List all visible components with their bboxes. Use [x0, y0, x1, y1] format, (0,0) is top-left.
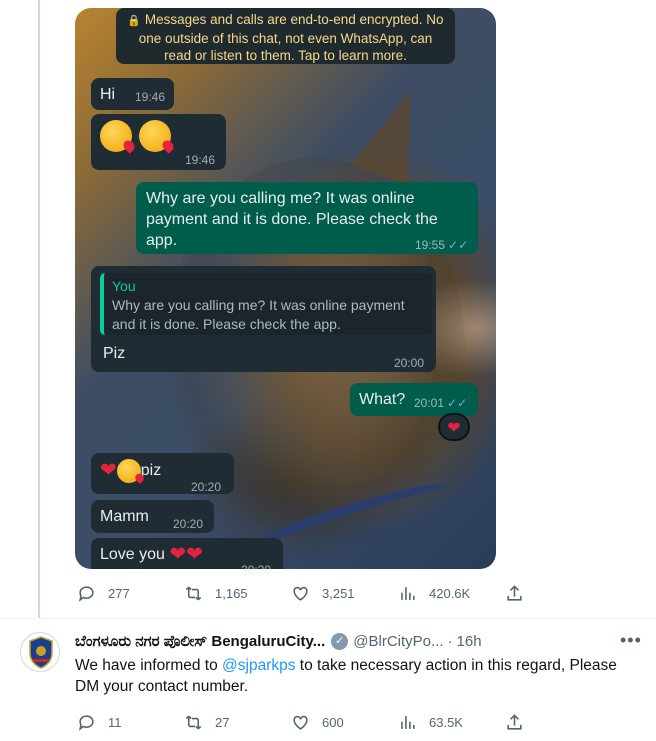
verified-badge-icon: ✓	[331, 632, 349, 650]
message-text: Love you	[100, 546, 165, 563]
message-text: Mamm	[100, 508, 149, 525]
retweet-count: 27	[215, 715, 230, 730]
tweet-actions: 11 27 600 63.5K	[77, 713, 525, 732]
tweet-timestamp[interactable]: 16h	[457, 633, 482, 650]
chat-message-incoming: Hi 19:46	[91, 78, 174, 110]
message-time: 19:46	[185, 153, 216, 167]
kissing-face-emoji	[139, 120, 172, 152]
reply-button[interactable]: 11	[77, 713, 184, 732]
like-button[interactable]: 600	[291, 713, 398, 732]
message-time: 20:20	[191, 480, 222, 494]
heart-icon	[293, 586, 308, 601]
mention-link[interactable]: @sjparkps	[222, 657, 295, 674]
view-count: 63.5K	[429, 715, 463, 730]
display-name[interactable]: ಬೆಂಗಳೂರು ನಗರ ಪೊಲೀಸ್ BengaluruCity...	[75, 633, 325, 650]
chat-message-outgoing: What? 20:01 ✓✓	[350, 383, 478, 416]
tweet-text-start: We have informed to	[75, 657, 223, 674]
views-button[interactable]: 420.6K	[398, 584, 505, 603]
thread-line	[38, 0, 40, 618]
heart-emoji: ❤	[100, 459, 117, 482]
more-icon[interactable]: •••	[620, 630, 642, 651]
chat-message-incoming: Love you ❤❤ 20:20	[91, 538, 283, 577]
retweet-count: 1,165	[215, 586, 248, 601]
quoted-message[interactable]: You Why are you calling me? It was onlin…	[100, 273, 432, 335]
encryption-notice-text: Messages and calls are end-to-end encryp…	[138, 12, 444, 63]
chat-message-incoming: Mamm 20:20	[91, 500, 214, 533]
retweet-icon	[185, 715, 202, 730]
reply-count: 277	[108, 586, 130, 601]
encryption-notice[interactable]: 🔒 Messages and calls are end-to-end encr…	[116, 8, 455, 64]
views-button[interactable]: 63.5K	[398, 713, 505, 732]
message-time: 20:20	[241, 563, 272, 577]
message-time: 20:01	[414, 396, 445, 410]
like-count: 600	[322, 715, 344, 730]
share-button[interactable]	[505, 713, 525, 732]
tweet-text: We have informed to @sjparkps to take ne…	[75, 655, 635, 697]
retweet-icon	[185, 586, 202, 601]
tweet-header: ಬೆಂಗಳೂರು ನಗರ ಪೊಲೀಸ್ BengaluruCity... ✓ @…	[75, 630, 640, 652]
message-time-with-ticks: 19:55 ✓✓	[415, 235, 468, 256]
chat-message-reply: You Why are you calling me? It was onlin…	[91, 266, 436, 372]
message-text: What?	[359, 391, 406, 408]
message-time: 20:20	[173, 517, 204, 531]
police-badge-icon	[29, 636, 53, 669]
message-time: 19:55	[415, 238, 446, 252]
chat-message-incoming: ❤ piz 20:20	[91, 453, 234, 494]
tweet-actions: 277 1,165 3,251 420.6K	[77, 584, 525, 603]
views-icon	[401, 716, 415, 729]
share-icon	[507, 714, 522, 730]
heart-emoji: ❤❤	[169, 543, 203, 566]
like-button[interactable]: 3,251	[291, 584, 398, 603]
double-check-icon: ✓✓	[448, 238, 469, 252]
kissing-face-emoji	[100, 120, 132, 152]
tweet-divider	[0, 618, 656, 619]
chat-message-incoming: 19:46	[91, 114, 226, 170]
heart-emoji: ❤	[447, 420, 461, 437]
quote-author: You	[112, 278, 136, 294]
message-time: 19:46	[135, 90, 166, 104]
message-time: 20:00	[394, 356, 425, 370]
reply-button[interactable]: 277	[77, 584, 184, 603]
message-text: Why are you calling me? It was online pa…	[146, 190, 438, 249]
reply-icon	[78, 586, 94, 602]
share-button[interactable]	[505, 584, 525, 603]
reaction-heart[interactable]: ❤	[438, 413, 470, 441]
like-count: 3,251	[322, 586, 355, 601]
cat-ear	[351, 80, 439, 186]
reply-count: 11	[108, 715, 122, 730]
chat-message-outgoing: Why are you calling me? It was online pa…	[136, 182, 478, 254]
message-text: Piz	[103, 345, 126, 362]
message-text: Hi	[100, 86, 116, 103]
quote-text: Why are you calling me? It was online pa…	[112, 297, 405, 332]
views-icon	[401, 587, 415, 600]
double-check-icon: ✓✓	[447, 396, 468, 410]
avatar[interactable]	[20, 632, 60, 672]
reply-icon	[78, 715, 94, 731]
kissing-face-emoji	[116, 459, 141, 483]
message-time-with-ticks: 20:01 ✓✓	[414, 393, 467, 414]
lock-icon: 🔒	[127, 15, 142, 27]
heart-icon	[293, 715, 308, 730]
share-icon	[507, 585, 522, 601]
retweet-button[interactable]: 1,165	[184, 584, 291, 603]
retweet-button[interactable]: 27	[184, 713, 291, 732]
separator-dot: ·	[447, 632, 453, 650]
view-count: 420.6K	[429, 586, 471, 601]
user-handle[interactable]: @BlrCityPo...	[353, 633, 443, 650]
